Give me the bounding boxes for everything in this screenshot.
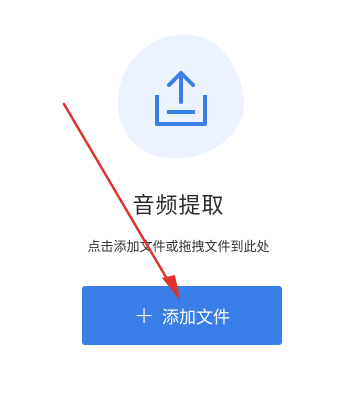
add-file-button[interactable]: + 添加文件 xyxy=(82,286,282,345)
page-title: 音频提取 xyxy=(132,194,225,219)
plus-icon: + xyxy=(133,300,155,329)
upload-icon[interactable] xyxy=(153,70,209,128)
add-file-button-label: 添加文件 xyxy=(162,308,231,328)
drop-hint: 点击添加文件或拖拽文件到此处 xyxy=(87,240,270,255)
